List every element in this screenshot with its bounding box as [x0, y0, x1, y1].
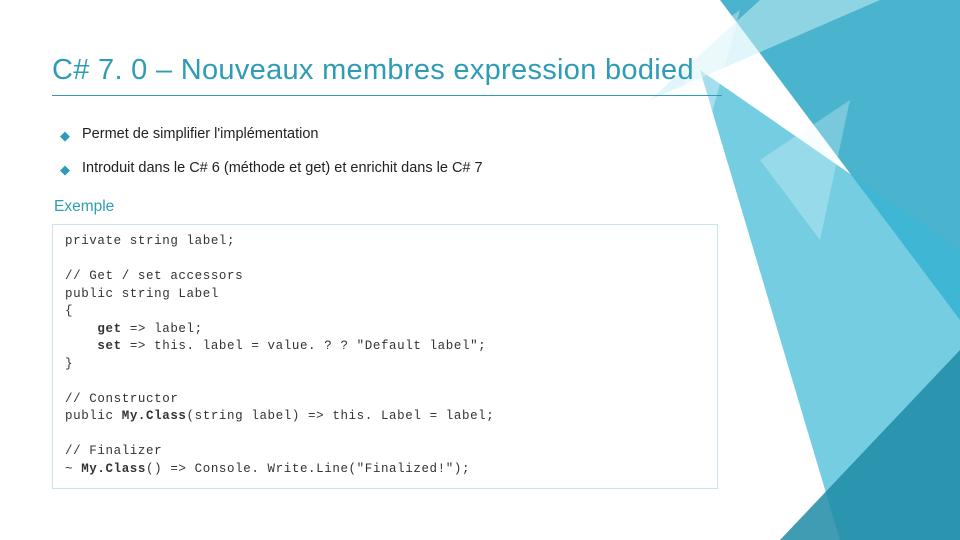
code-example-box: private string label; // Get / set acces… [52, 224, 718, 489]
code-keyword: get [97, 322, 121, 336]
code-keyword: set [97, 339, 121, 353]
code-keyword: My.Class [81, 462, 146, 476]
example-label: Exemple [54, 198, 752, 216]
code-blank [65, 426, 705, 444]
code-line: ~ My.Class() => Console. Write.Line("Fin… [65, 461, 705, 479]
bullet-text: Permet de simplifier l'implémentation [82, 126, 318, 142]
bullet-icon: ◆ [60, 129, 70, 142]
title-underline [52, 95, 722, 96]
slide-title: C# 7. 0 – Nouveaux membres expression bo… [52, 54, 752, 87]
code-blank [65, 373, 705, 391]
code-keyword: My.Class [122, 409, 187, 423]
code-line: public string Label [65, 286, 705, 304]
bullet-icon: ◆ [60, 163, 70, 176]
code-line: // Constructor [65, 391, 705, 409]
code-line: { [65, 303, 705, 321]
code-line: set => this. label = value. ? ? "Default… [65, 338, 705, 356]
bullet-item: ◆ Permet de simplifier l'implémentation [60, 126, 752, 142]
code-line: // Get / set accessors [65, 268, 705, 286]
code-line: get => label; [65, 321, 705, 339]
bullet-list: ◆ Permet de simplifier l'implémentation … [60, 126, 752, 176]
code-blank [65, 251, 705, 269]
content-area: C# 7. 0 – Nouveaux membres expression bo… [0, 0, 792, 489]
bullet-item: ◆ Introduit dans le C# 6 (méthode et get… [60, 160, 752, 176]
code-line: private string label; [65, 233, 705, 251]
slide: C# 7. 0 – Nouveaux membres expression bo… [0, 0, 960, 540]
bullet-text: Introduit dans le C# 6 (méthode et get) … [82, 160, 483, 176]
code-line: // Finalizer [65, 443, 705, 461]
code-line: public My.Class(string label) => this. L… [65, 408, 705, 426]
code-line: } [65, 356, 705, 374]
